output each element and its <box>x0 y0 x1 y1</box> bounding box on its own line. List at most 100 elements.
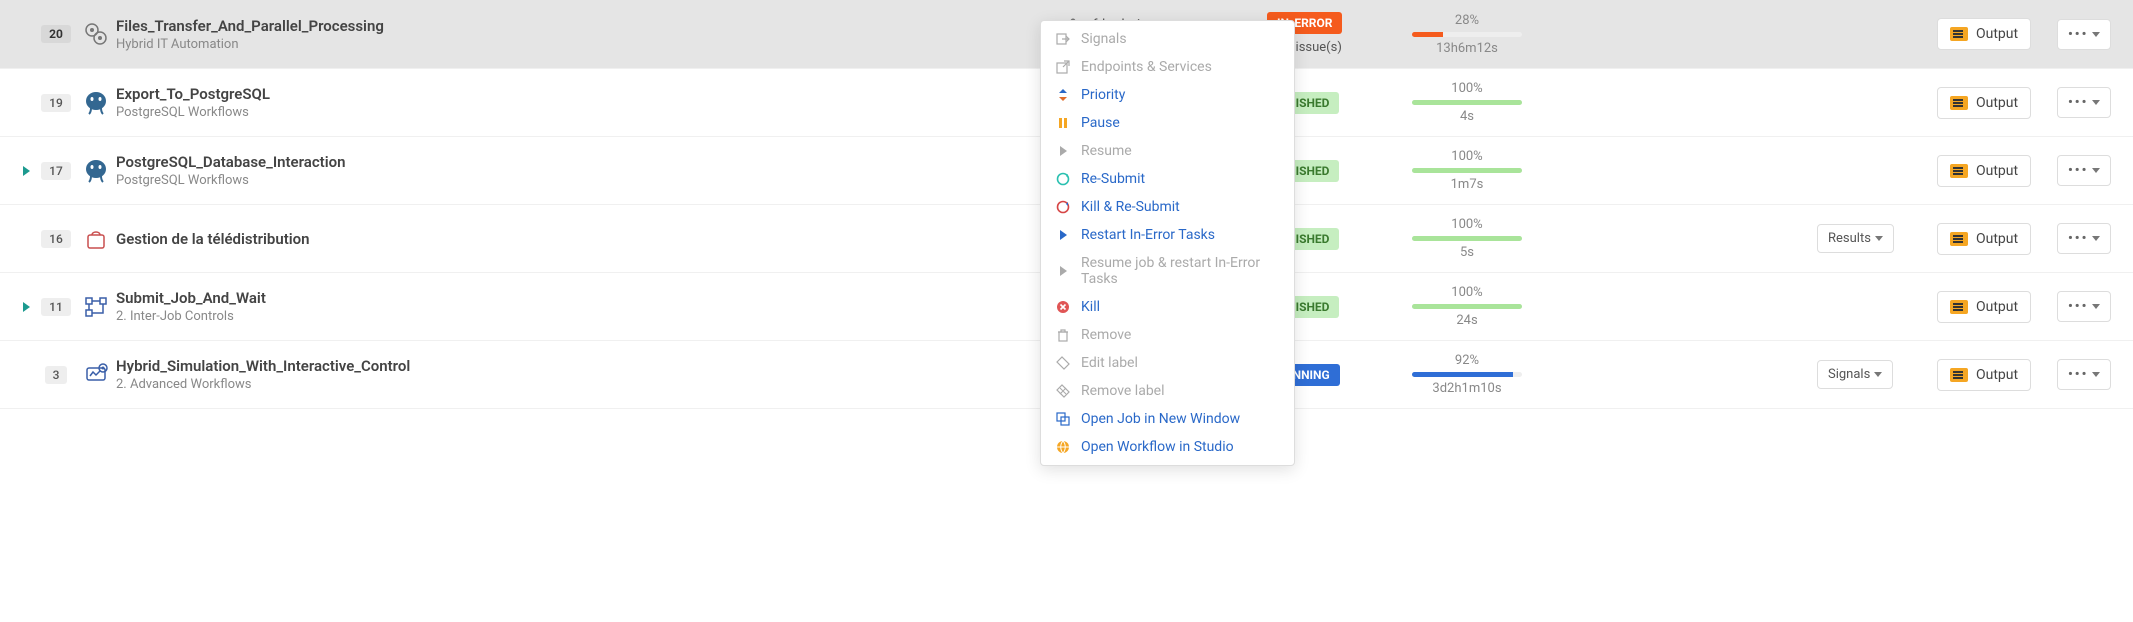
menu-remove-label: Remove label <box>1041 377 1294 405</box>
kill-icon <box>1055 299 1071 315</box>
menu-label: Open Workflow in Studio <box>1081 439 1234 455</box>
caret-down-icon <box>2092 100 2100 105</box>
progress-cell: 92%3d2h1m10s <box>1377 353 1557 396</box>
globe-icon <box>1055 439 1071 455</box>
more-cell: ••• <box>2057 223 2117 254</box>
output-button[interactable]: Output <box>1937 87 2031 119</box>
menu-label: Kill & Re-Submit <box>1081 199 1180 215</box>
progress-bar <box>1412 236 1522 241</box>
more-button[interactable]: ••• <box>2057 223 2111 254</box>
workflow-icon <box>76 21 116 47</box>
more-button[interactable]: ••• <box>2057 19 2111 50</box>
output-button[interactable]: Output <box>1937 291 2031 323</box>
progress-fill <box>1412 168 1522 173</box>
menu-resume: Resume <box>1041 137 1294 165</box>
job-id-cell: 3 <box>36 366 76 384</box>
output-button[interactable]: Output <box>1937 18 2031 50</box>
expand-caret-icon[interactable] <box>23 166 30 176</box>
play-icon <box>1055 143 1071 159</box>
dots-icon: ••• <box>2068 367 2088 382</box>
menu-label: Kill <box>1081 299 1100 315</box>
resubmit-icon <box>1055 171 1071 187</box>
progress-duration: 24s <box>1377 313 1557 328</box>
output-cell: Output <box>1937 359 2057 391</box>
menu-label: Resume job & restart In-Error Tasks <box>1081 255 1280 287</box>
job-category: PostgreSQL Workflows <box>116 105 1067 120</box>
more-button[interactable]: ••• <box>2057 155 2111 186</box>
menu-label: Priority <box>1081 87 1125 103</box>
progress-duration: 1m7s <box>1377 177 1557 192</box>
output-button[interactable]: Output <box>1937 359 2031 391</box>
caret-down-icon <box>1874 372 1882 377</box>
job-name-cell: Hybrid_Simulation_With_Interactive_Contr… <box>116 357 1067 392</box>
dots-icon: ••• <box>2068 27 2088 42</box>
output-label: Output <box>1976 26 2018 42</box>
extra-cell: Signals <box>1817 360 1937 389</box>
signals-button[interactable]: Signals <box>1817 360 1893 389</box>
job-name-cell: Files_Transfer_And_Parallel_ProcessingHy… <box>116 17 1067 52</box>
job-category: PostgreSQL Workflows <box>116 173 1067 188</box>
job-name-cell: PostgreSQL_Database_Interaction PostgreSQ… <box>116 153 1067 188</box>
output-label: Output <box>1976 163 2018 179</box>
menu-resubmit[interactable]: Re-Submit <box>1041 165 1294 193</box>
output-cell: Output <box>1937 18 2057 50</box>
extra-label: Signals <box>1828 367 1870 382</box>
job-name: Files_Transfer_And_Parallel_Processing <box>116 17 1067 35</box>
job-name: Export_To_PostgreSQL <box>116 85 1067 103</box>
more-button[interactable]: ••• <box>2057 291 2111 322</box>
progress-bar <box>1412 32 1522 37</box>
output-button[interactable]: Output <box>1937 155 2031 187</box>
menu-restart-error[interactable]: Restart In-Error Tasks <box>1041 221 1294 249</box>
more-button[interactable]: ••• <box>2057 87 2111 118</box>
progress-percent: 28% <box>1377 13 1557 28</box>
results-button[interactable]: Results <box>1817 224 1894 253</box>
progress-duration: 3d2h1m10s <box>1377 381 1557 396</box>
job-table-wrapper: 20Files_Transfer_And_Parallel_Processing… <box>0 0 2133 409</box>
progress-bar <box>1412 304 1522 309</box>
menu-pause[interactable]: Pause <box>1041 109 1294 137</box>
caret-down-icon <box>2092 168 2100 173</box>
output-label: Output <box>1976 367 2018 383</box>
menu-kill[interactable]: Kill <box>1041 293 1294 321</box>
progress-bar <box>1412 168 1522 173</box>
job-name-cell: Gestion de la télédistribution <box>116 230 1067 248</box>
output-icon <box>1950 368 1968 382</box>
progress-cell: 28%13h6m12s <box>1377 13 1557 56</box>
more-cell: ••• <box>2057 19 2117 50</box>
job-category: 2. Advanced Workflows <box>116 377 1067 392</box>
expand-cell[interactable] <box>16 302 36 312</box>
menu-endpoints: Endpoints & Services <box>1041 53 1294 81</box>
windows-icon <box>1055 411 1071 427</box>
workflow-icon <box>76 158 116 184</box>
tag-edit-icon <box>1055 355 1071 371</box>
context-menu: Signals Endpoints & Services Priority Pa… <box>1040 20 1295 466</box>
job-id-badge: 17 <box>41 162 71 180</box>
menu-label: Re-Submit <box>1081 171 1145 187</box>
menu-label: Edit label <box>1081 355 1138 371</box>
menu-label: Remove label <box>1081 383 1165 399</box>
workflow-icon <box>76 362 116 388</box>
more-button[interactable]: ••• <box>2057 359 2111 390</box>
job-name: PostgreSQL_Database_Interaction <box>116 153 1067 171</box>
job-category: 2. Inter-Job Controls <box>116 309 1067 324</box>
output-button[interactable]: Output <box>1937 223 2031 255</box>
trash-icon <box>1055 327 1071 343</box>
external-link-icon <box>1055 59 1071 75</box>
menu-priority[interactable]: Priority <box>1041 81 1294 109</box>
menu-open-window[interactable]: Open Job in New Window <box>1041 405 1294 433</box>
menu-label: Pause <box>1081 115 1120 131</box>
workflow-icon <box>76 90 116 116</box>
output-icon <box>1950 27 1968 41</box>
priority-icon <box>1055 87 1071 103</box>
expand-caret-icon[interactable] <box>23 302 30 312</box>
job-id-cell: 19 <box>36 94 76 112</box>
menu-open-studio[interactable]: Open Workflow in Studio <box>1041 433 1294 461</box>
output-icon <box>1950 164 1968 178</box>
menu-kill-resubmit[interactable]: Kill & Re-Submit <box>1041 193 1294 221</box>
menu-signals: Signals <box>1041 25 1294 53</box>
dots-icon: ••• <box>2068 299 2088 314</box>
progress-percent: 100% <box>1377 149 1557 164</box>
expand-cell[interactable] <box>16 166 36 176</box>
progress-percent: 100% <box>1377 81 1557 96</box>
tag-remove-icon <box>1055 383 1071 399</box>
